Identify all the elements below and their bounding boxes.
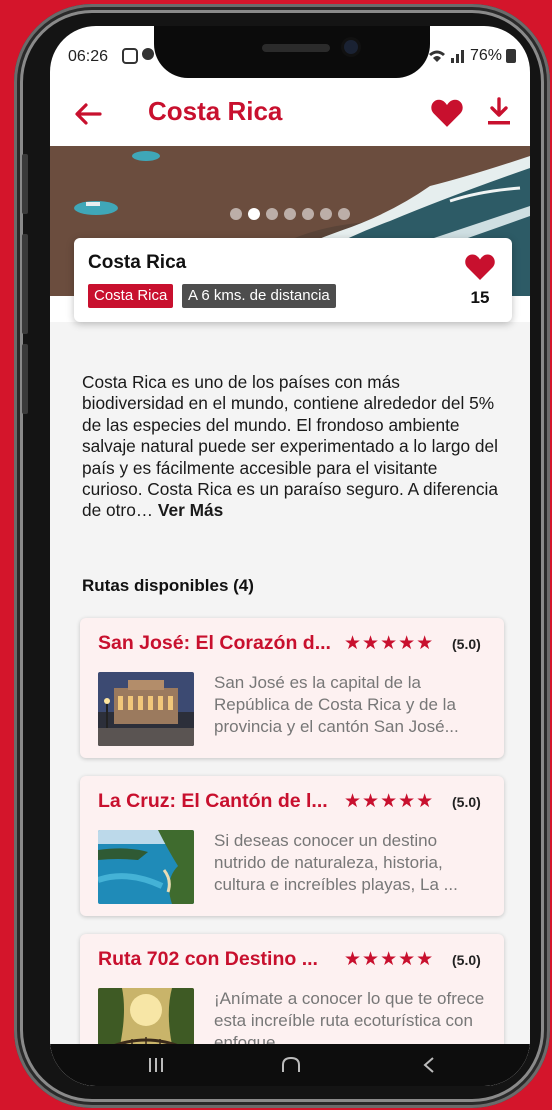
rating-value: (5.0): [452, 636, 481, 652]
city-building-image: [98, 672, 194, 746]
speaker: [262, 44, 330, 52]
route-title[interactable]: San José: El Corazón d...: [98, 632, 338, 655]
carousel-dot[interactable]: [338, 208, 350, 220]
carousel-dot[interactable]: [302, 208, 314, 220]
carousel-dot[interactable]: [320, 208, 332, 220]
back-arrow-icon[interactable]: [72, 98, 104, 130]
route-thumbnail[interactable]: [98, 830, 194, 904]
place-description: Costa Rica es uno de los países con más …: [82, 372, 502, 522]
route-description: San José es la capital de la República d…: [214, 673, 459, 736]
rating-stars: ★★★★★: [344, 791, 435, 812]
routes-heading: Rutas disponibles (4): [82, 576, 254, 595]
route-card[interactable]: San José: El Corazón d... ★★★★★ (5.0) Sa…: [80, 618, 504, 758]
see-more-link[interactable]: Ver Más: [158, 500, 223, 520]
route-thumbnail[interactable]: [98, 672, 194, 746]
place-name: Costa Rica: [88, 252, 187, 273]
rating-stars: ★★★★★: [344, 633, 435, 654]
favorite-heart-icon[interactable]: [430, 96, 464, 130]
carousel-indicator: [230, 208, 350, 220]
route-title[interactable]: La Cruz: El Cantón de l...: [98, 790, 338, 813]
route-description: Si deseas conocer un destino nutrido de …: [214, 831, 458, 894]
like-count: 15: [470, 288, 490, 307]
rating-stars: ★★★★★: [344, 949, 435, 970]
content-area: Costa Rica es uno de los países con más …: [50, 322, 530, 1086]
like-heart-icon[interactable]: [464, 252, 496, 282]
status-indicators: 76%: [428, 47, 516, 65]
place-info-card: Costa Rica Costa Rica A 6 kms. de distan…: [74, 238, 512, 322]
front-camera: [344, 40, 358, 54]
volume-down-button: [22, 234, 28, 334]
camera-notification-icon: [122, 48, 138, 64]
rating-value: (5.0): [452, 794, 481, 810]
screen: 06:26 76% Costa Rica Costa Rica es uno d…: [50, 26, 530, 1086]
carousel-dot[interactable]: [266, 208, 278, 220]
battery-icon: [506, 49, 516, 63]
page-title: Costa Rica: [148, 96, 283, 126]
carousel-dot[interactable]: [230, 208, 242, 220]
signal-icon: [450, 50, 464, 63]
wifi-icon: [428, 50, 445, 62]
coastal-bay-image: [98, 830, 194, 904]
battery-percent: 76%: [469, 47, 502, 64]
download-icon[interactable]: [486, 96, 512, 128]
rating-value: (5.0): [452, 952, 481, 968]
notification-icons: [122, 48, 154, 64]
route-title[interactable]: Ruta 702 con Destino ...: [98, 948, 338, 971]
side-button: [22, 344, 28, 414]
carousel-dot[interactable]: [284, 208, 296, 220]
home-icon[interactable]: [280, 1056, 302, 1074]
back-nav-icon[interactable]: [422, 1056, 436, 1074]
route-card[interactable]: La Cruz: El Cantón de l... ★★★★★ (5.0) S…: [80, 776, 504, 916]
app-bar: Costa Rica: [50, 86, 530, 146]
system-nav-bar: [50, 1044, 530, 1086]
app-notification-icon: [142, 48, 154, 60]
distance-tag: A 6 kms. de distancia: [182, 284, 336, 308]
description-text: Costa Rica es uno de los países con más …: [82, 372, 498, 521]
status-time: 06:26: [68, 48, 109, 65]
volume-up-button: [22, 154, 28, 214]
carousel-dot-active[interactable]: [248, 208, 260, 220]
recent-apps-icon[interactable]: [146, 1056, 166, 1074]
country-tag: Costa Rica: [88, 284, 174, 308]
notch: [154, 26, 430, 78]
